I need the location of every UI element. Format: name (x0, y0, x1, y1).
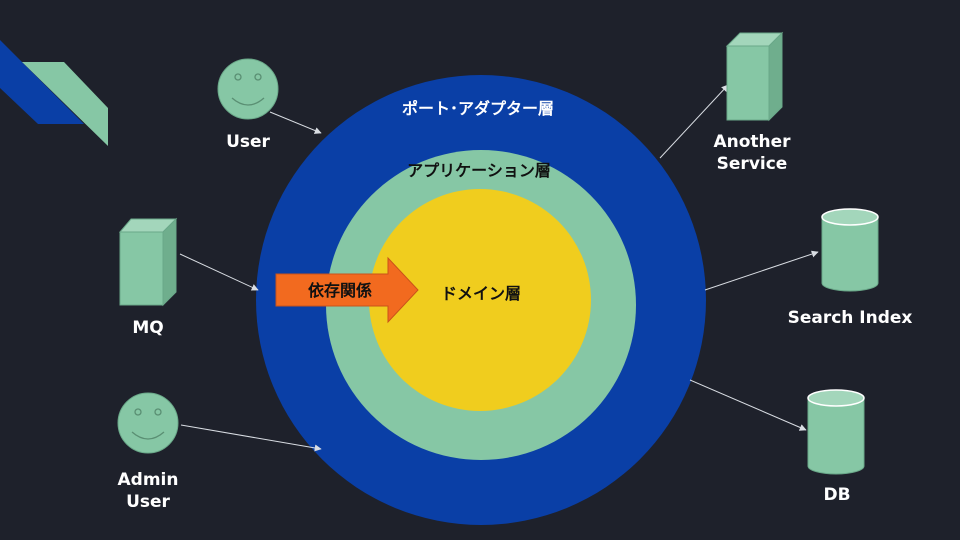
dependency-arrow-label: 依存関係 (308, 281, 372, 300)
mq-connector (179, 253, 259, 291)
server-box-icon (725, 31, 784, 122)
application-layer-label: アプリケーション層 (407, 161, 551, 180)
admin-user-label-line2: User (126, 492, 170, 512)
another-service-label-line2: Service (717, 154, 788, 174)
search-index-connector (704, 250, 819, 291)
smiley-face-icon (217, 58, 279, 120)
database-cylinder-icon (821, 208, 879, 292)
another-service-label-line1: Another (713, 132, 791, 152)
search-index-label: Search Index (788, 308, 913, 328)
smiley-face-icon (117, 392, 179, 454)
logo-chevron-icon (0, 40, 108, 146)
mq-label: MQ (132, 318, 163, 338)
mq-actor: MQ (118, 217, 178, 338)
another-service-node: Another Service (713, 31, 791, 174)
admin-user-actor: Admin User (117, 392, 179, 512)
server-box-icon (118, 217, 178, 307)
database-cylinder-icon (807, 389, 865, 475)
user-actor: User (217, 58, 279, 152)
port-adapter-layer-label: ポート･アダプター層 (402, 99, 554, 118)
search-index-node: Search Index (788, 208, 913, 328)
user-connector (269, 111, 322, 134)
db-connector (689, 379, 807, 431)
admin-user-label-line1: Admin (118, 470, 179, 490)
architecture-diagram: ポート･アダプター層 アプリケーション層 ドメイン層 依存関係 User MQ (0, 31, 913, 525)
db-label: DB (823, 485, 850, 505)
user-label: User (226, 132, 270, 152)
domain-layer-label: ドメイン層 (441, 284, 521, 303)
db-node: DB (807, 389, 865, 505)
